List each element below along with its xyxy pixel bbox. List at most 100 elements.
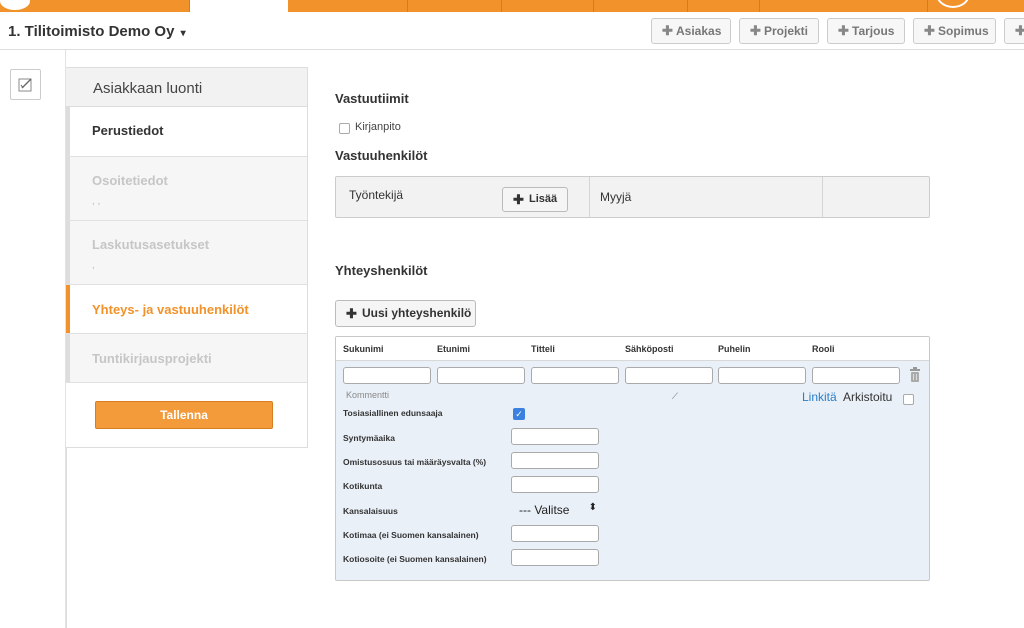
new-offer-button[interactable]: ✚ Tarjous: [827, 18, 905, 44]
comment-textarea[interactable]: Kommentti ⟋: [343, 387, 680, 404]
plus-icon: ✚: [1015, 23, 1024, 38]
left-rail: [0, 50, 66, 628]
link-contact-link[interactable]: Linkitä: [802, 390, 837, 404]
edit-icon[interactable]: [10, 69, 41, 100]
nav-item-bar: [66, 334, 70, 382]
nationality-label: Kansalaisuus: [343, 506, 398, 516]
new-contract-button[interactable]: ✚ Sopimus: [913, 18, 996, 44]
resize-handle-icon[interactable]: ⟋: [672, 391, 678, 402]
nav-item-label: Perustiedot: [92, 123, 164, 138]
column-header-phone: Puhelin: [718, 344, 751, 354]
responsible-persons-table: Työntekijä ✚ Lisää Myyjä: [335, 176, 930, 218]
archived-checkbox[interactable]: [903, 394, 914, 405]
caret-down-icon: ▾: [180, 28, 186, 39]
beneficial-owner-label: Tosiasiallinen edunsaaja: [343, 408, 443, 418]
municipality-input[interactable]: [511, 476, 599, 493]
nav-item-bar: [66, 285, 70, 333]
nav-item-label: Yhteys- ja vastuuhenkilöt: [92, 302, 249, 317]
top-navigation-bar: [0, 0, 1024, 12]
archived-label: Arkistoitu: [843, 390, 893, 404]
new-project-button[interactable]: ✚ Projekti: [739, 18, 819, 44]
lastname-input[interactable]: [343, 367, 431, 384]
home-country-label: Kotimaa (ei Suomen kansalainen): [343, 530, 479, 540]
plus-icon: ✚: [838, 23, 849, 38]
new-customer-button[interactable]: ✚ Asiakas: [651, 18, 731, 44]
button-label: Lisää: [529, 193, 558, 205]
button-label: Sopimus: [938, 24, 989, 38]
comment-placeholder: Kommentti: [346, 390, 390, 400]
nationality-select-value: --- Valitse: [519, 503, 570, 517]
add-employee-button[interactable]: ✚ Lisää: [502, 187, 568, 212]
column-header-firstname: Etunimi: [437, 344, 470, 354]
page-header: 1. Tilitoimisto Demo Oy ▾ ✚ Asiakas ✚ Proj…: [0, 12, 1024, 50]
nav-item-sub: , ,: [92, 196, 101, 207]
nav-item-address-info[interactable]: Osoitetiedot , ,: [66, 157, 307, 221]
nav-item-label: Laskutusasetukset: [92, 237, 210, 252]
top-tab[interactable]: [502, 0, 594, 12]
company-selector[interactable]: 1. Tilitoimisto Demo Oy ▾: [8, 23, 186, 40]
title-input[interactable]: [531, 367, 619, 384]
plus-icon: ✚: [750, 23, 761, 38]
birthdate-input[interactable]: [511, 428, 599, 445]
company-name: 1. Tilitoimisto Demo Oy: [8, 23, 175, 40]
accounting-checkbox[interactable]: [339, 123, 350, 134]
plus-icon: ✚: [346, 306, 357, 321]
phone-input[interactable]: [718, 367, 806, 384]
nav-item-billing-settings[interactable]: Laskutusasetukset,: [66, 221, 307, 285]
nav-item-sub: ,: [92, 260, 95, 271]
trash-icon[interactable]: [908, 367, 922, 383]
email-input[interactable]: [625, 367, 713, 384]
top-tab[interactable]: [688, 0, 760, 12]
contacts-table: Sukunimi Etunimi Titteli Sähköposti Puhe…: [335, 336, 930, 581]
column-header-lastname: Sukunimi: [343, 344, 384, 354]
wizard-title: Asiakkaan luonti: [66, 68, 307, 107]
nav-item-label: Tuntikirjausprojekti: [92, 351, 212, 366]
wizard-navigation: Asiakkaan luonti Perustiedot Osoitetiedo…: [66, 67, 308, 448]
top-tab-active[interactable]: [190, 0, 288, 12]
nav-item-contacts[interactable]: Yhteys- ja vastuuhenkilöt: [66, 285, 307, 334]
top-tab[interactable]: [288, 0, 408, 12]
nationality-select[interactable]: --- Valitse ⬍: [511, 501, 599, 519]
birthdate-label: Syntymäaika: [343, 433, 395, 443]
firstname-input[interactable]: [437, 367, 525, 384]
save-button[interactable]: Tallenna: [95, 401, 273, 429]
nav-item-bar: [66, 221, 70, 284]
responsible-persons-heading: Vastuuhenkilöt: [335, 148, 428, 163]
column-header-email: Sähköposti: [625, 344, 674, 354]
ownership-label: Omistusosuus tai määräysvalta (%): [343, 457, 487, 467]
nav-item-bar: [66, 107, 70, 156]
contacts-heading: Yhteyshenkilöt: [335, 263, 428, 278]
home-address-label: Kotiosoite (ei Suomen kansalainen): [343, 554, 487, 564]
new-contact-button[interactable]: ✚ Uusi yhteyshenkilö: [335, 300, 476, 327]
button-label: Projekti: [764, 24, 809, 38]
plus-icon: ✚: [662, 23, 673, 38]
top-tab[interactable]: [408, 0, 502, 12]
top-search-area[interactable]: [760, 0, 928, 12]
top-tab[interactable]: [0, 0, 190, 12]
seller-cell[interactable]: Myyjä: [590, 177, 823, 217]
home-address-input[interactable]: [511, 549, 599, 566]
button-label: Asiakas: [676, 24, 722, 38]
teams-heading: Vastuutiimit: [335, 91, 409, 106]
plus-icon: ✚: [924, 23, 935, 38]
nav-item-label: Osoitetiedot: [92, 173, 168, 188]
column-header-title: Titteli: [531, 344, 555, 354]
select-arrows-icon: ⬍: [588, 502, 597, 513]
column-header-role: Rooli: [812, 344, 835, 354]
nav-item-bar: [66, 157, 70, 220]
role-input[interactable]: [812, 367, 900, 384]
beneficial-owner-checkbox[interactable]: ✓: [513, 408, 525, 420]
ownership-input[interactable]: [511, 452, 599, 469]
button-label: Uusi yhteyshenkilö: [362, 306, 472, 320]
seller-label: Myyjä: [600, 190, 632, 204]
nav-item-basic-info[interactable]: Perustiedot: [66, 107, 307, 157]
divider: [66, 448, 67, 628]
top-tab[interactable]: [594, 0, 688, 12]
employee-label: Työntekijä: [349, 188, 404, 202]
user-avatar[interactable]: [936, 0, 970, 8]
employee-cell: Työntekijä ✚ Lisää: [336, 177, 590, 217]
more-button[interactable]: ✚: [1004, 18, 1024, 44]
button-label: Tarjous: [852, 24, 895, 38]
nav-item-time-project[interactable]: Tuntikirjausprojekti: [66, 334, 307, 383]
home-country-input[interactable]: [511, 525, 599, 542]
